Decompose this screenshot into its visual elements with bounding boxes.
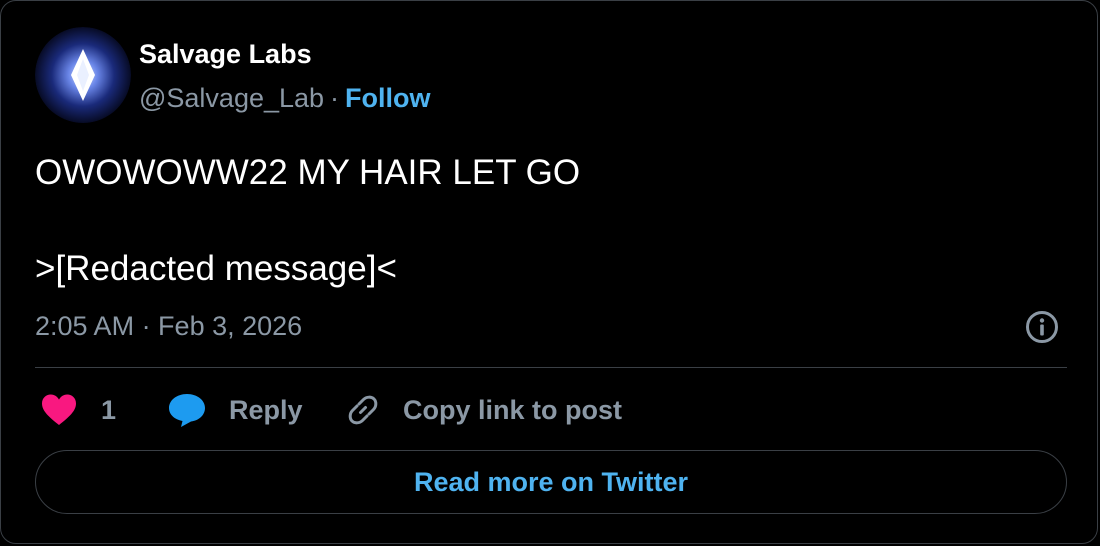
speech-bubble-icon	[169, 394, 205, 427]
author-handle[interactable]: @Salvage_Lab	[139, 83, 324, 113]
tweet-timestamp[interactable]: 2:05 AM · Feb 3, 2026	[35, 311, 302, 342]
like-button[interactable]: 1	[41, 389, 116, 431]
sparkle-diamond-icon	[35, 27, 131, 123]
embedded-tweet-card: Salvage Labs @Salvage_Lab · Follow OWOWOWW…	[0, 0, 1098, 544]
reply-button[interactable]: Reply	[167, 389, 303, 431]
copy-link-button[interactable]: Copy link to post	[345, 389, 622, 431]
tweet-text-line-1: OWOWOWW22 MY HAIR LET GO	[35, 153, 581, 192]
avatar[interactable]	[35, 27, 131, 123]
copy-link-label: Copy link to post	[403, 394, 622, 425]
link-icon	[348, 395, 378, 425]
handle-separator: ·	[330, 83, 340, 113]
tweet-text-line-2: >[Redacted message]<	[35, 249, 397, 288]
divider	[35, 367, 1067, 368]
author-handle-line: @Salvage_Lab · Follow	[139, 83, 431, 114]
info-icon[interactable]	[1025, 310, 1059, 344]
author-display-name[interactable]: Salvage Labs	[139, 39, 312, 70]
reply-label: Reply	[229, 394, 303, 425]
read-more-button[interactable]: Read more on Twitter	[35, 450, 1067, 514]
follow-link[interactable]: Follow	[345, 83, 430, 113]
like-count: 1	[101, 394, 117, 425]
heart-icon	[42, 394, 76, 425]
read-more-label: Read more on Twitter	[413, 466, 689, 497]
